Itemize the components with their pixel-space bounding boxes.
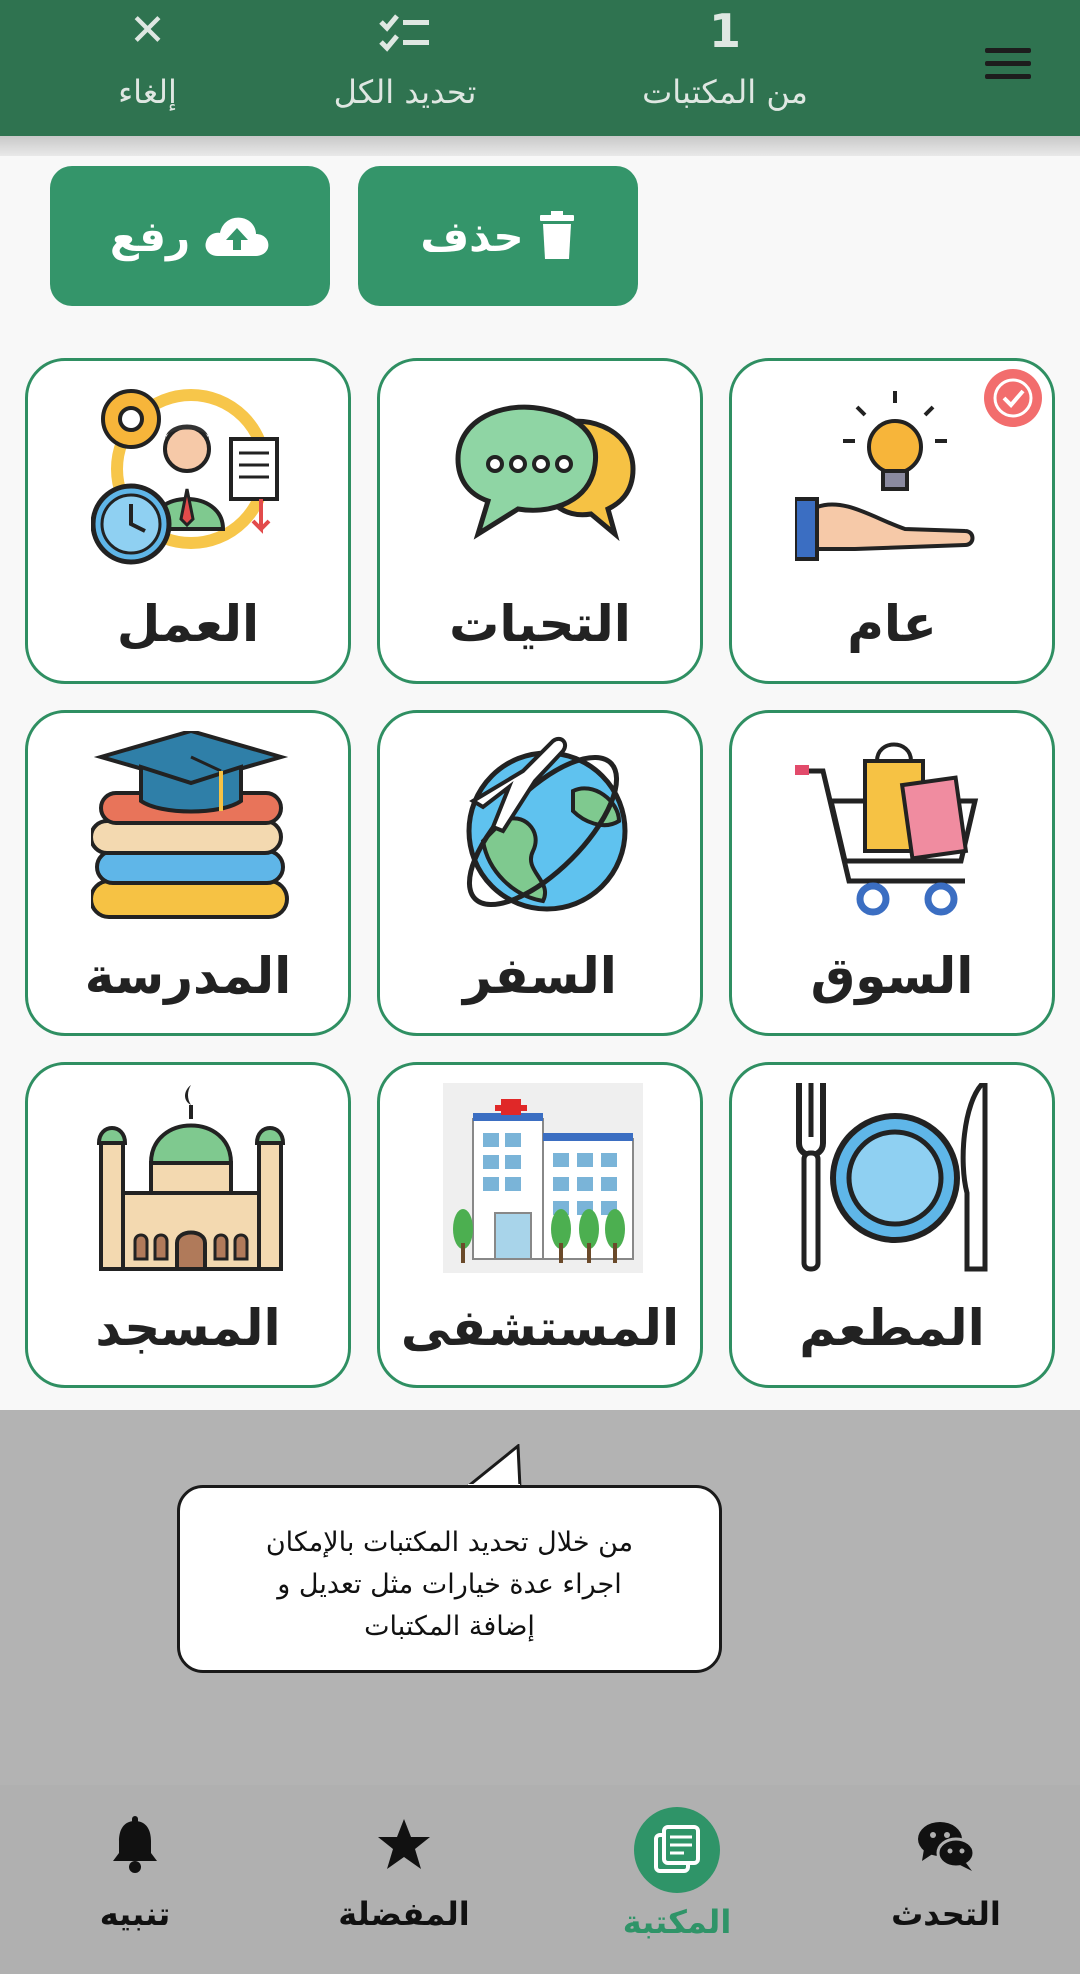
- plate-cutlery-icon: [796, 1083, 988, 1272]
- mosque-icon: [96, 1085, 286, 1271]
- top-app-bar: ✕ إلغاء تحديد الكل 1 من المكتبات: [0, 0, 1080, 156]
- nav-item-library[interactable]: المكتبة: [577, 1785, 777, 1974]
- library-icon: [654, 1825, 700, 1873]
- nav-label: تنبيه: [99, 1895, 171, 1933]
- hospital-icon: [443, 1083, 643, 1273]
- select-all-button[interactable]: تحديد الكل: [310, 0, 500, 136]
- upload-button[interactable]: رفع: [50, 166, 330, 306]
- cancel-button[interactable]: ✕ إلغاء: [90, 0, 205, 136]
- upload-label: رفع: [109, 211, 191, 261]
- library-content: رفع حذف عام التحيات العمل السوق السفر ال…: [0, 156, 1080, 1410]
- library-tile-general[interactable]: عام: [729, 358, 1055, 684]
- bottom-navigation: التحدث المكتبة المفضلة تنبيه: [0, 1785, 1080, 1974]
- selected-count-label: من المكتبات: [642, 73, 808, 111]
- library-name: السوق: [810, 947, 974, 1005]
- delete-button[interactable]: حذف: [358, 166, 638, 306]
- library-tile-school[interactable]: المدرسة: [25, 710, 351, 1036]
- wechat-icon: [918, 1822, 976, 1871]
- tooltip-tail: [466, 1444, 522, 1490]
- nav-item-favorites[interactable]: المفضلة: [304, 1785, 504, 1974]
- library-tile-greetings[interactable]: التحيات: [377, 358, 703, 684]
- nav-label: المكتبة: [622, 1903, 732, 1941]
- nav-item-chat[interactable]: التحدث: [846, 1785, 1046, 1974]
- star-icon: [378, 1819, 430, 1869]
- trash-icon: [539, 211, 574, 259]
- library-tile-restaurant[interactable]: المطعم: [729, 1062, 1055, 1388]
- nav-item-alert[interactable]: تنبيه: [35, 1785, 235, 1974]
- hamburger-menu-icon[interactable]: [985, 48, 1033, 84]
- selection-counter: 1 من المكتبات: [610, 0, 840, 136]
- selected-count: 1: [708, 4, 741, 58]
- library-name: عام: [847, 595, 937, 653]
- bell-icon: [113, 1816, 157, 1873]
- library-tile-hospital[interactable]: المستشفى: [377, 1062, 703, 1388]
- nav-label: المفضلة: [338, 1895, 470, 1933]
- library-tile-mosque[interactable]: المسجد: [25, 1062, 351, 1388]
- nav-label: التحدث: [891, 1895, 1001, 1933]
- library-tile-market[interactable]: السوق: [729, 710, 1055, 1036]
- hand-lightbulb-icon: [795, 391, 975, 561]
- tooltip-line: اجراء عدة خيارات مثل تعديل و: [277, 1569, 622, 1600]
- library-name: العمل: [116, 595, 260, 653]
- globe-airplane-icon: [466, 736, 628, 912]
- cloud-upload-icon: [205, 217, 269, 256]
- delete-label: حذف: [420, 211, 524, 261]
- tooltip-bubble: من خلال تحديد المكتبات بالإمكان اجراء عد…: [177, 1485, 722, 1673]
- library-name: المطعم: [799, 1299, 985, 1357]
- library-name: المسجد: [95, 1299, 281, 1357]
- library-name: المستشفى: [400, 1299, 680, 1357]
- library-name: السفر: [463, 947, 617, 1005]
- topbar-shadow: [0, 136, 1080, 156]
- library-tile-travel[interactable]: السفر: [377, 710, 703, 1036]
- work-icon: [91, 389, 279, 565]
- close-icon: ✕: [129, 5, 166, 56]
- checklist-icon: [310, 0, 500, 62]
- shopping-cart-icon: [795, 742, 979, 916]
- select-all-label: تحديد الكل: [333, 73, 477, 111]
- cancel-label: إلغاء: [118, 73, 177, 111]
- library-name: التحيات: [449, 595, 631, 653]
- tooltip-line: من خلال تحديد المكتبات بالإمكان: [265, 1527, 634, 1558]
- library-name: المدرسة: [84, 947, 292, 1005]
- chat-bubbles-icon: [455, 404, 636, 542]
- library-tile-work[interactable]: العمل: [25, 358, 351, 684]
- tooltip-line: إضافة المكتبات: [364, 1611, 535, 1642]
- books-graduation-cap-icon: [91, 731, 289, 919]
